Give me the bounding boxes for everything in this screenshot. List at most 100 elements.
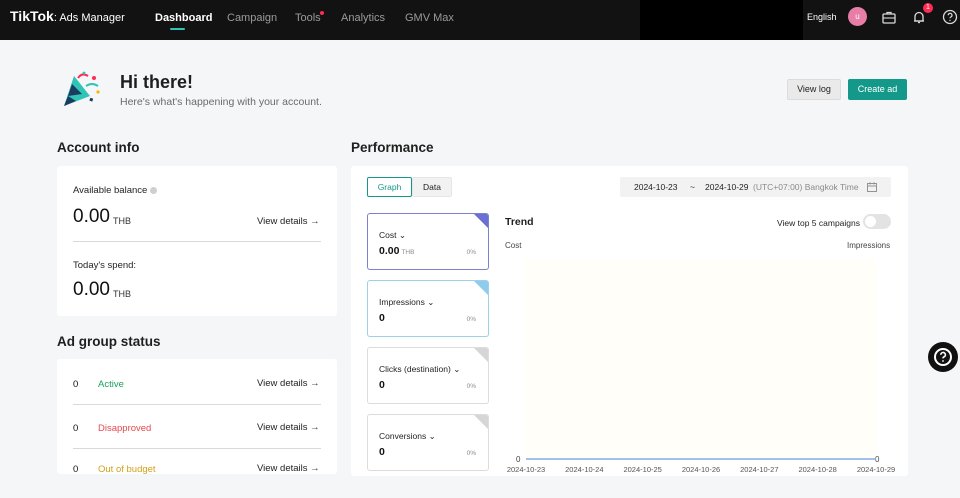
date-separator: ~ [690, 182, 695, 192]
metric-value: 0 [379, 312, 385, 324]
x-tick-label: 2024-10-28 [798, 465, 836, 474]
status-count: 0 [73, 423, 79, 434]
nav-analytics[interactable]: Analytics [341, 12, 385, 24]
divider [73, 404, 321, 405]
available-balance-label: Available balance [73, 185, 158, 196]
greeting-subtitle: Here's what's happening with your accoun… [120, 96, 322, 108]
view-log-button[interactable]: View log [787, 79, 841, 100]
metric-name-text: Clicks (destination) [379, 364, 451, 374]
chevron-down-icon[interactable]: ⌄ [427, 297, 434, 307]
metric-value: 0.00 THB [379, 245, 414, 257]
metric-name: Conversions ⌄ [379, 431, 436, 442]
ad-group-status-card: 0 Active View details → 0 Disapproved Vi… [57, 359, 337, 474]
available-balance-text: Available balance [73, 185, 148, 196]
status-label-out-of-budget: Out of budget [98, 464, 156, 474]
toggle-knob [865, 216, 876, 227]
x-tick-label: 2024-10-25 [623, 465, 661, 474]
disapproved-view-details-link[interactable]: View details → [257, 422, 320, 433]
metric-name: Cost ⌄ [379, 230, 406, 241]
available-balance-currency: THB [113, 216, 131, 226]
metric-name: Clicks (destination) ⌄ [379, 364, 460, 375]
date-start: 2024-10-23 [634, 182, 678, 192]
trend-title: Trend [505, 216, 534, 228]
help-icon[interactable] [942, 9, 958, 25]
metric-name-text: Impressions [379, 297, 425, 307]
ad-group-status-title: Ad group status [57, 334, 161, 349]
status-count: 0 [73, 379, 79, 390]
metric-change: 0% [466, 450, 476, 457]
metric-corner [474, 281, 488, 295]
nav-tools[interactable]: Tools [295, 12, 321, 24]
redacted-area [640, 0, 803, 40]
date-range-picker[interactable]: 2024-10-23 ~ 2024-10-29 (UTC+07:00) Bang… [620, 177, 891, 197]
help-circle-icon [934, 348, 952, 366]
metric-card-impressions[interactable]: Impressions ⌄ 0 0% [367, 280, 489, 337]
briefcase-icon[interactable] [881, 9, 897, 25]
status-label-active: Active [98, 379, 124, 390]
metric-change: 0% [466, 383, 476, 390]
x-tick-label: 2024-10-24 [565, 465, 603, 474]
metric-card-conversions[interactable]: Conversions ⌄ 0 0% [367, 414, 489, 471]
status-label-disapproved: Disapproved [98, 423, 152, 434]
plot-area [526, 258, 876, 458]
create-ad-button[interactable]: Create ad [848, 79, 907, 100]
top5-toggle-label: View top 5 campaigns [777, 218, 861, 228]
avatar[interactable]: u [848, 7, 867, 26]
metric-card-clicks[interactable]: Clicks (destination) ⌄ 0 0% [367, 347, 489, 404]
available-balance-value: 0.00 [73, 206, 110, 227]
todays-spend-label: Today's spend: [73, 260, 137, 271]
out-of-budget-view-details-link[interactable]: View details → [257, 463, 320, 474]
greeting-title: Hi there! [120, 72, 194, 92]
logo-text: TikTok [10, 8, 54, 24]
top5-campaigns-toggle[interactable] [863, 214, 891, 229]
divider [73, 241, 321, 242]
todays-spend-value: 0.00 [73, 279, 110, 300]
x-tick-label: 2024-10-23 [507, 465, 545, 474]
todays-spend-currency: THB [113, 289, 131, 299]
active-view-details-link[interactable]: View details → [257, 378, 320, 389]
metric-name: Impressions ⌄ [379, 297, 434, 308]
nav-dashboard[interactable]: Dashboard [155, 12, 212, 24]
date-end: 2024-10-29 [705, 182, 749, 192]
metric-value: 0 [379, 379, 385, 391]
status-count: 0 [73, 464, 79, 474]
chevron-down-icon[interactable]: ⌄ [429, 431, 436, 441]
account-info-title: Account info [57, 140, 140, 155]
divider [73, 448, 321, 449]
chevron-down-icon[interactable]: ⌄ [453, 364, 460, 374]
tiktok-ads-manager-logo[interactable]: TikTok: Ads Manager [10, 8, 125, 24]
metric-name-text: Cost [379, 230, 397, 240]
metric-change: 0% [466, 316, 476, 323]
metric-value: 0 [379, 446, 385, 458]
metric-value-text: 0.00 [379, 245, 400, 257]
timezone-label: (UTC+07:00) Bangkok Time [753, 182, 859, 192]
nav-gmv-max[interactable]: GMV Max [405, 12, 454, 24]
floating-help-button[interactable] [928, 342, 958, 372]
metric-corner [474, 415, 488, 429]
right-axis-label: Impressions [847, 241, 891, 250]
calendar-icon [867, 182, 877, 192]
tools-badge-dot [320, 11, 324, 15]
metric-card-cost[interactable]: Cost ⌄ 0.00 THB 0% [367, 213, 489, 270]
metric-corner [474, 348, 488, 362]
info-icon[interactable] [150, 186, 158, 194]
logo-subtitle: : Ads Manager [53, 12, 125, 24]
tab-data[interactable]: Data [412, 177, 452, 197]
metric-name-text: Conversions [379, 431, 427, 441]
language-selector[interactable]: English [807, 12, 837, 22]
tab-graph[interactable]: Graph [367, 177, 412, 197]
left-axis-label: Cost [505, 241, 522, 250]
chevron-down-icon[interactable]: ⌄ [399, 230, 406, 240]
performance-title: Performance [351, 140, 434, 155]
balance-view-details-link[interactable]: View details → [257, 216, 320, 227]
account-info-card: Available balance 0.00 THB View details … [57, 166, 337, 316]
metric-corner [474, 214, 488, 228]
x-tick-label: 2024-10-27 [740, 465, 778, 474]
nav-campaign[interactable]: Campaign [227, 12, 277, 24]
party-popper-icon [64, 71, 100, 106]
y-tick-label: 0 [516, 455, 521, 464]
notification-badge: 1 [923, 3, 933, 13]
nav-active-indicator [170, 28, 185, 30]
metric-change: 0% [466, 249, 476, 256]
x-tick-label: 2024-10-29 [857, 465, 895, 474]
